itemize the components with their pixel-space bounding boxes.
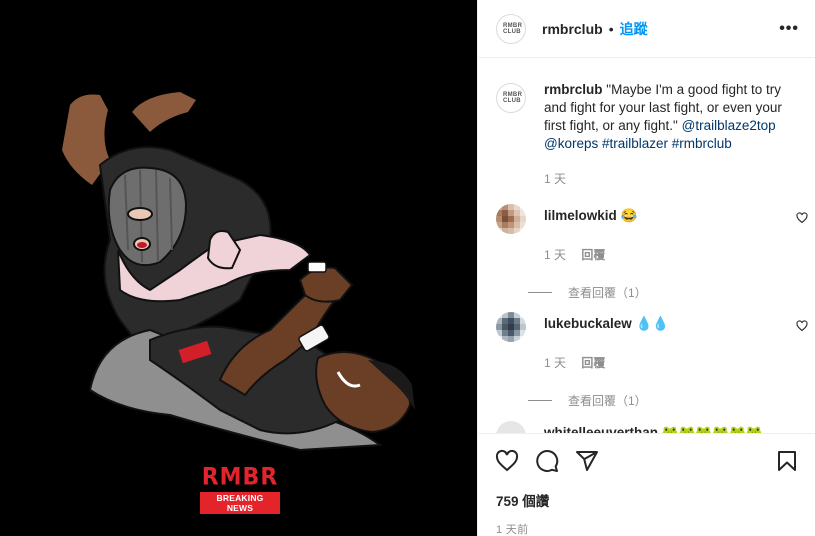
replies-divider	[528, 400, 552, 401]
comment-emoji: 🐸🐸🐸🐸🐸🐸	[661, 425, 763, 433]
post-header: RMBR CLUB rmbrclub • 追蹤 •••	[478, 0, 815, 58]
comment-bubble-icon[interactable]	[535, 449, 559, 473]
comment-time[interactable]: 1 天	[544, 356, 566, 370]
view-replies-label: 查看回覆（1）	[568, 286, 647, 300]
separator-dot: •	[608, 20, 614, 37]
hashtag-link[interactable]: #trailblazer	[602, 136, 668, 151]
avatar-text: RMBR CLUB	[503, 22, 523, 35]
comment-item: lukebuckalew 💧💧 1 天 回覆 查看回覆（1）	[496, 312, 808, 409]
comment-emoji: 💧💧	[635, 316, 670, 331]
caption-time[interactable]: 1 天	[544, 170, 804, 188]
commenter-avatar[interactable]	[496, 312, 526, 342]
comment-item: lilmelowkid 😂 1 天 回覆 查看回覆（1）	[496, 204, 808, 301]
avatar-pixel	[520, 336, 526, 342]
mention-link[interactable]: @koreps	[544, 136, 598, 151]
view-replies-label: 查看回覆（1）	[568, 394, 647, 408]
like-heart-icon[interactable]	[495, 449, 519, 473]
like-comment-heart-icon[interactable]	[796, 320, 808, 335]
more-options-icon[interactable]: •••	[779, 20, 799, 38]
caption-body: rmbrclub "Maybe I'm a good fight to try …	[544, 81, 804, 188]
brand-watermark: RMBR BREAKING NEWS	[200, 463, 280, 514]
post-actions: 759 個讚 1 天前	[478, 433, 815, 536]
brand-subtitle: BREAKING NEWS	[200, 492, 280, 514]
post-image[interactable]: RMBR BREAKING NEWS	[0, 0, 477, 536]
mention-link[interactable]: @trailblaze2top	[682, 118, 776, 133]
view-replies-button[interactable]: 查看回覆（1）	[528, 284, 808, 301]
comment-text: whitelleeuverthan 🐸🐸🐸🐸🐸🐸	[544, 425, 763, 433]
instagram-post: RMBR BREAKING NEWS RMBR CLUB rmbrclub • …	[0, 0, 815, 536]
likes-count[interactable]: 759 個讚	[496, 490, 815, 510]
comment-text: lilmelowkid 😂	[544, 208, 637, 224]
comment-time[interactable]: 1 天	[544, 248, 566, 262]
commenter-avatar[interactable]	[496, 204, 526, 234]
post-time[interactable]: 1 天前	[496, 521, 815, 536]
username-link[interactable]: rmbrclub	[542, 21, 603, 37]
comment-meta: 1 天 回覆	[544, 354, 808, 371]
hashtag-link[interactable]: #rmbrclub	[672, 136, 732, 151]
comment-username[interactable]: lukebuckalew	[544, 316, 632, 331]
comment-username[interactable]: whitelleeuverthan	[544, 425, 658, 433]
replies-divider	[528, 292, 552, 293]
commenter-avatar[interactable]	[496, 421, 526, 433]
bjj-illustration	[62, 92, 415, 452]
save-bookmark-icon[interactable]	[775, 449, 799, 473]
follow-button[interactable]: 追蹤	[620, 19, 648, 39]
avatar-pixel	[520, 228, 526, 234]
share-paper-plane-icon[interactable]	[575, 449, 599, 473]
comment-text: lukebuckalew 💧💧	[544, 316, 669, 332]
post-caption: RMBR CLUB rmbrclub "Maybe I'm a good fig…	[496, 81, 808, 188]
post-sidebar: RMBR CLUB rmbrclub • 追蹤 ••• RMBR CLUB rm…	[477, 0, 815, 536]
reply-button[interactable]: 回覆	[581, 248, 605, 262]
comment-username[interactable]: lilmelowkid	[544, 208, 617, 223]
caption-avatar[interactable]: RMBR CLUB	[496, 83, 526, 113]
action-icons	[478, 434, 815, 474]
comment-meta: 1 天 回覆	[544, 246, 808, 263]
brand-logo: RMBR	[201, 463, 279, 492]
comment-item-partial: whitelleeuverthan 🐸🐸🐸🐸🐸🐸	[496, 421, 808, 433]
avatar[interactable]: RMBR CLUB	[496, 13, 526, 44]
comments-list[interactable]: RMBR CLUB rmbrclub "Maybe I'm a good fig…	[478, 59, 815, 433]
comment-emoji: 😂	[620, 208, 638, 223]
like-comment-heart-icon[interactable]	[796, 212, 808, 227]
reply-button[interactable]: 回覆	[581, 356, 605, 370]
avatar-text: RMBR CLUB	[503, 92, 523, 104]
view-replies-button[interactable]: 查看回覆（1）	[528, 392, 808, 409]
caption-username[interactable]: rmbrclub	[544, 82, 603, 97]
